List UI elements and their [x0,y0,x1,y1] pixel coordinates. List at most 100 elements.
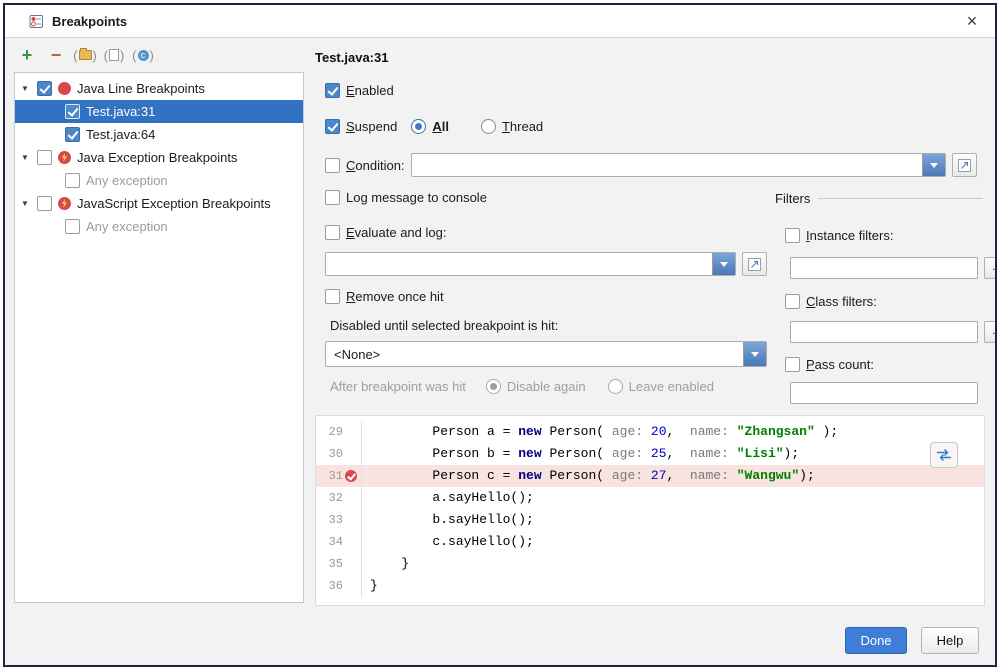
tree-item-test-java-31[interactable]: Test.java:31 [15,100,303,123]
checkbox[interactable] [65,219,80,234]
checkbox[interactable] [37,150,52,165]
breakpoints-tree: Java Line Breakpoints Test.java:31 Test.… [14,72,304,603]
gutter[interactable]: 35 [316,553,362,575]
class-filters-input[interactable] [790,321,978,343]
line-breakpoint-icon [58,82,71,95]
checkbox[interactable] [37,196,52,211]
chevron-down-icon[interactable] [712,253,735,275]
enabled-label: Enabled [346,83,394,98]
chevron-down-icon[interactable] [21,85,31,93]
instance-filters-checkbox[interactable] [785,228,800,243]
tree-item-any-exception-java[interactable]: Any exception [15,169,303,192]
verified-breakpoint-icon[interactable] [345,470,357,482]
tree-item-label: Test.java:64 [86,127,155,142]
condition-expand-button[interactable] [952,153,977,177]
suspend-label: Suspend [346,119,397,134]
tree-item-java-exception-breakpoints[interactable]: Java Exception Breakpoints [15,146,303,169]
suspend-checkbox[interactable] [325,119,340,134]
separator [818,198,983,199]
add-breakpoint-button[interactable]: + [15,44,39,66]
group-by-file-icon [104,48,125,63]
remove-breakpoint-button[interactable]: − [44,44,68,66]
dialog-title: Breakpoints [52,14,127,29]
code-text: } [362,553,409,575]
instance-filters-input[interactable] [790,257,978,279]
evaluate-combobox[interactable] [325,252,736,276]
code-line: 35 } [316,553,984,575]
evaluate-expand-button[interactable] [742,252,767,276]
tree-item-any-exception-js[interactable]: Any exception [15,215,303,238]
leave-enabled-label: Leave enabled [629,379,714,394]
class-filters-browse-button[interactable]: ... [984,321,997,343]
log-message-checkbox[interactable] [325,190,340,205]
checkbox[interactable] [65,173,80,188]
chevron-down-icon[interactable] [21,154,31,162]
chevron-down-icon[interactable] [21,200,31,208]
help-button[interactable]: Help [921,627,979,654]
filters-label: Filters [775,191,810,206]
evaluate-value[interactable] [326,253,712,275]
log-message-label: Log message to console [346,190,487,205]
gutter[interactable]: 34 [316,531,362,553]
pass-count-checkbox[interactable] [785,357,800,372]
condition-combobox[interactable] [411,153,946,177]
remove-once-label: Remove once hit [346,289,444,304]
gutter[interactable]: 32 [316,487,362,509]
dialog-titlebar[interactable]: Breakpoints × [5,5,995,38]
code-line: 32 a.sayHello(); [316,487,984,509]
checkbox[interactable] [65,104,80,119]
plus-icon: + [22,46,33,64]
suspend-thread-radio[interactable] [481,119,496,134]
breakpoints-toolbar: + − c [15,43,155,67]
checkbox[interactable] [65,127,80,142]
chevron-down-icon[interactable] [743,342,766,366]
evaluate-checkbox[interactable] [325,225,340,240]
disable-again-radio[interactable] [486,379,501,394]
code-preview-panel: 29 Person a = new Person( age: 20, name:… [315,415,985,606]
gutter[interactable]: 31 [316,465,362,487]
breakpoints-dialog: Breakpoints × + − c Java Line Breakpoint… [3,3,997,667]
leave-enabled-radio[interactable] [608,379,623,394]
enabled-checkbox[interactable] [325,83,340,98]
tree-item-java-line-breakpoints[interactable]: Java Line Breakpoints [15,77,303,100]
suspend-all-radio[interactable] [411,119,426,134]
suspend-all-label: All [432,119,449,134]
group-by-class-icon: c [132,48,154,63]
gutter[interactable]: 29 [316,421,362,443]
gutter[interactable]: 33 [316,509,362,531]
code-line: 29 Person a = new Person( age: 20, name:… [316,421,984,443]
breakpoints-dialog-icon [29,14,44,29]
group-by-class-button[interactable]: c [131,44,155,66]
tree-item-label: Any exception [86,219,168,234]
group-by-file-button[interactable] [102,44,126,66]
tree-item-javascript-exception-breakpoints[interactable]: JavaScript Exception Breakpoints [15,192,303,215]
tree-item-test-java-64[interactable]: Test.java:64 [15,123,303,146]
breakpoint-detail-title: Test.java:31 [315,50,388,65]
gutter[interactable]: 30 [316,443,362,465]
disabled-until-label: Disabled until selected breakpoint is hi… [330,318,558,333]
class-filters-checkbox[interactable] [785,294,800,309]
group-by-package-button[interactable] [73,44,97,66]
close-icon[interactable]: × [959,8,985,34]
chevron-down-icon[interactable] [922,154,945,176]
instance-filters-browse-button[interactable]: ... [984,257,997,279]
tree-item-label: Java Exception Breakpoints [77,150,237,165]
condition-value[interactable] [412,154,922,176]
instance-filters-label: Instance filters: [806,228,893,243]
suspend-thread-label: Thread [502,119,543,134]
evaluate-label: Evaluate and log: [346,225,446,240]
disabled-until-combobox[interactable]: <None> [325,341,767,367]
gutter[interactable]: 36 [316,575,362,597]
done-button[interactable]: Done [845,627,907,654]
line-number: 35 [329,557,343,571]
pass-count-input[interactable] [790,382,978,404]
condition-checkbox[interactable] [325,158,340,173]
remove-once-checkbox[interactable] [325,289,340,304]
compare-arrows-button[interactable] [930,442,958,468]
group-by-package-icon [73,48,97,63]
compare-arrows-icon [935,448,953,462]
disabled-until-value[interactable]: <None> [326,342,743,366]
code-line: 33 b.sayHello(); [316,509,984,531]
checkbox[interactable] [37,81,52,96]
exception-breakpoint-icon [58,197,71,210]
